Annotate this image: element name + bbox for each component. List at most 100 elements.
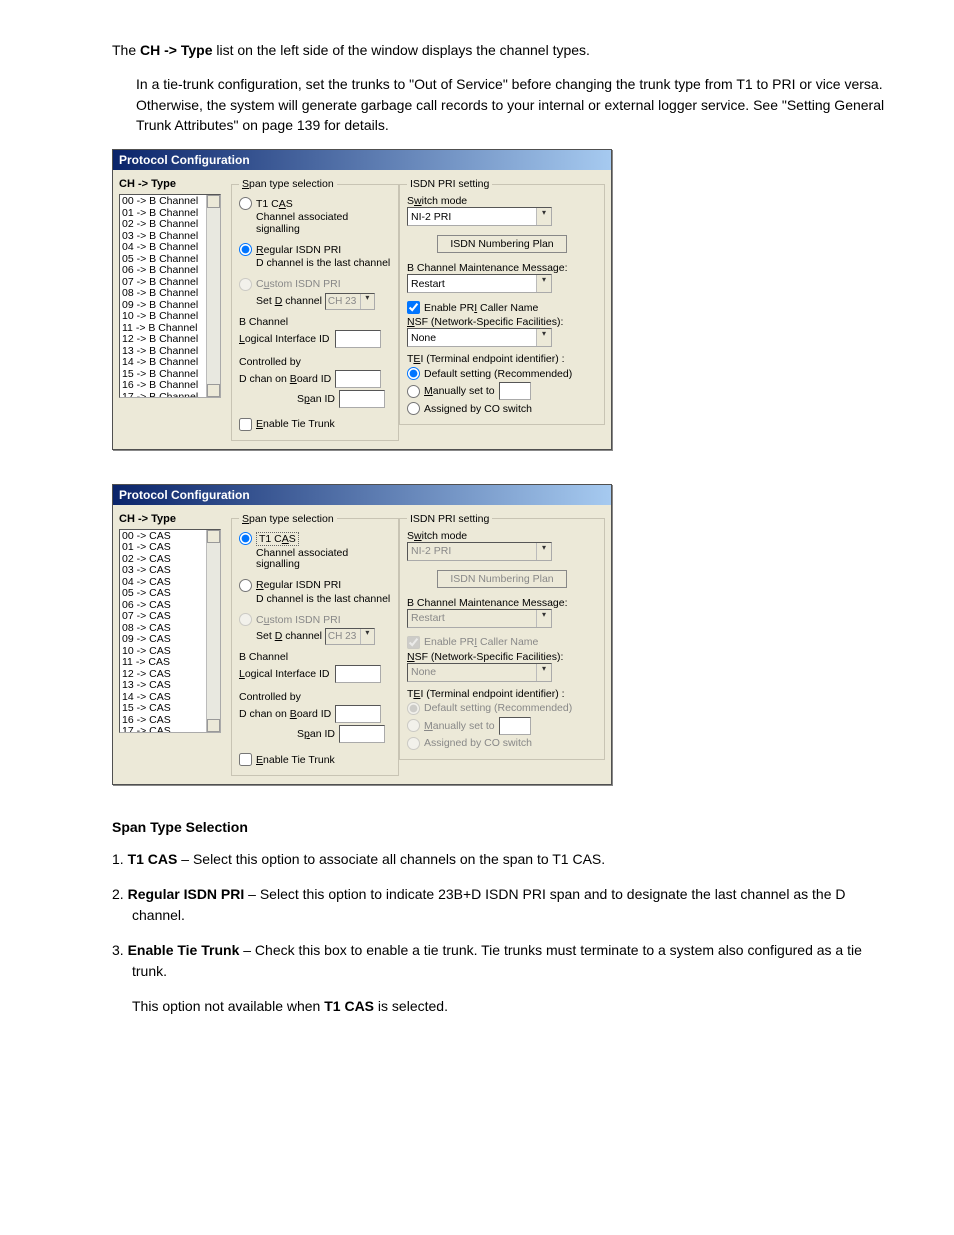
regular-pri-sub: D channel is the last channel bbox=[256, 258, 391, 270]
list-item[interactable]: 02 -> B Channel bbox=[122, 219, 218, 231]
bcmm-label: B Channel Maintenance Message: bbox=[407, 262, 597, 274]
isdn-pri-fieldset: ISDN PRI setting Switch mode NI-2 PRI▾ I… bbox=[399, 513, 605, 760]
span-type-fieldset: SSpan type selectionpan type selection T… bbox=[231, 178, 399, 441]
d-chan-board-label: D chan on Board ID bbox=[239, 373, 331, 385]
controlled-by-label: Controlled by bbox=[239, 356, 391, 368]
list-item[interactable]: 08 -> B Channel bbox=[122, 288, 218, 300]
window-titlebar: Protocol Configuration bbox=[113, 150, 611, 170]
d-chan-board-label: D chan on Board ID bbox=[239, 708, 331, 720]
d-chan-board-input[interactable] bbox=[335, 705, 381, 723]
set-d-combo: CH 23▾ bbox=[325, 293, 375, 310]
set-d-row: Set D channel CH 23▾ bbox=[256, 628, 391, 645]
tei-label: TEI (Terminal endpoint identifier) : bbox=[407, 688, 597, 700]
switch-mode-label: Switch mode bbox=[407, 195, 597, 207]
nsf-combo: None▾ bbox=[407, 663, 552, 682]
isdn-pri-legend: ISDN PRI setting bbox=[407, 178, 492, 190]
tei-manual-input[interactable] bbox=[499, 382, 531, 400]
tei-label: TEI (Terminal endpoint identifier) : bbox=[407, 353, 597, 365]
span-id-label: Span ID bbox=[297, 393, 335, 405]
tei-manual-label: Manually set to bbox=[424, 720, 495, 732]
protocol-config-panel-cas: Protocol Configuration CH -> Type 00 -> … bbox=[112, 484, 612, 786]
tei-co-label: Assigned by CO switch bbox=[424, 737, 532, 749]
span-id-input[interactable] bbox=[339, 390, 385, 408]
enable-caller-name-checkbox bbox=[407, 636, 420, 649]
logical-interface-input[interactable] bbox=[335, 330, 381, 348]
channel-listbox[interactable]: 00 -> B Channel01 -> B Channel02 -> B Ch… bbox=[119, 194, 221, 398]
intro-paragraph-1: The CH -> Type list on the left side of … bbox=[112, 40, 894, 60]
channel-listbox[interactable]: 00 -> CAS01 -> CAS02 -> CAS03 -> CAS04 -… bbox=[119, 529, 221, 733]
t: CH -> Type bbox=[140, 42, 212, 58]
custom-pri-label: Custom ISDN PRI bbox=[256, 614, 341, 626]
tei-manual-label: Manually set to bbox=[424, 385, 495, 397]
tei-default-label: Default setting (Recommended) bbox=[424, 702, 572, 714]
enable-tie-label: Enable Tie Trunk bbox=[256, 418, 335, 430]
custom-pri-label: Custom ISDN PRI bbox=[256, 278, 341, 290]
enable-tie-label: Enable Tie Trunk bbox=[256, 754, 335, 766]
nsf-label: NSF (Network-Specific Facilities): bbox=[407, 316, 597, 328]
span-type-legend: SSpan type selectionpan type selection bbox=[239, 178, 337, 190]
isdn-numbering-plan-button[interactable]: ISDN Numbering Plan bbox=[437, 235, 566, 253]
list-item[interactable]: 00 -> B Channel bbox=[122, 196, 218, 208]
tei-manual-input bbox=[499, 717, 531, 735]
protocol-config-panel-pri: Protocol Configuration CH -> Type 00 -> … bbox=[112, 149, 612, 450]
enable-caller-name-label: Enable PRI Caller Name bbox=[424, 302, 538, 314]
tei-co-radio bbox=[407, 737, 420, 750]
list-item[interactable]: 17 -> CAS bbox=[122, 726, 218, 733]
desc-t1cas: 1. T1 CAS – Select this option to associ… bbox=[132, 849, 894, 870]
switch-mode-combo[interactable]: NI-2 PRI▾ bbox=[407, 207, 552, 226]
ch-type-header: CH -> Type bbox=[119, 513, 231, 525]
nsf-combo[interactable]: None▾ bbox=[407, 328, 552, 347]
bcmm-label: B Channel Maintenance Message: bbox=[407, 597, 597, 609]
controlled-by-label: Controlled by bbox=[239, 691, 391, 703]
t1-cas-sub: Channel associated signalling bbox=[256, 548, 391, 571]
bcmm-combo[interactable]: Restart▾ bbox=[407, 274, 552, 293]
t1-cas-label: T1 CAS bbox=[256, 198, 293, 210]
custom-pri-radio bbox=[239, 278, 252, 291]
span-type-section-heading: Span Type Selection bbox=[112, 819, 894, 835]
t1-cas-radio[interactable] bbox=[239, 197, 252, 210]
enable-tie-checkbox[interactable] bbox=[239, 418, 252, 431]
b-channel-label: B Channel bbox=[239, 651, 391, 663]
d-chan-board-input[interactable] bbox=[335, 370, 381, 388]
bcmm-combo: Restart▾ bbox=[407, 609, 552, 628]
tei-manual-radio[interactable] bbox=[407, 385, 420, 398]
regular-pri-radio[interactable] bbox=[239, 243, 252, 256]
switch-mode-combo: NI-2 PRI▾ bbox=[407, 542, 552, 561]
list-item[interactable]: 14 -> B Channel bbox=[122, 357, 218, 369]
list-item[interactable]: 17 -> B Channel bbox=[122, 392, 218, 399]
enable-caller-name-checkbox[interactable] bbox=[407, 301, 420, 314]
isdn-pri-legend: ISDN PRI setting bbox=[407, 513, 492, 525]
nsf-label: NSF (Network-Specific Facilities): bbox=[407, 651, 597, 663]
set-d-combo: CH 23▾ bbox=[325, 628, 375, 645]
tei-co-radio[interactable] bbox=[407, 402, 420, 415]
isdn-numbering-plan-button: ISDN Numbering Plan bbox=[437, 570, 566, 588]
logical-interface-input[interactable] bbox=[335, 665, 381, 683]
regular-pri-sub: D channel is the last channel bbox=[256, 594, 391, 606]
tei-manual-radio bbox=[407, 719, 420, 732]
list-item[interactable]: 16 -> B Channel bbox=[122, 380, 218, 392]
ch-type-header: CH -> Type bbox=[119, 178, 231, 190]
t1-cas-radio[interactable] bbox=[239, 532, 252, 545]
tei-default-radio[interactable] bbox=[407, 367, 420, 380]
list-item[interactable]: 12 -> B Channel bbox=[122, 334, 218, 346]
desc-note: This option not available when T1 CAS is… bbox=[132, 996, 894, 1017]
window-titlebar: Protocol Configuration bbox=[113, 485, 611, 505]
tei-co-label: Assigned by CO switch bbox=[424, 403, 532, 415]
scrollbar[interactable] bbox=[206, 195, 220, 397]
list-item[interactable]: 10 -> B Channel bbox=[122, 311, 218, 323]
intro-paragraph-2: In a tie-trunk configuration, set the tr… bbox=[136, 74, 894, 135]
tei-default-label: Default setting (Recommended) bbox=[424, 368, 572, 380]
enable-tie-checkbox[interactable] bbox=[239, 753, 252, 766]
t: list on the left side of the window disp… bbox=[213, 42, 590, 58]
regular-pri-label: Regular ISDN PRI bbox=[256, 579, 341, 591]
list-item[interactable]: 06 -> B Channel bbox=[122, 265, 218, 277]
span-id-input[interactable] bbox=[339, 725, 385, 743]
logical-interface-label: Logical Interface ID bbox=[239, 333, 329, 345]
regular-pri-radio[interactable] bbox=[239, 579, 252, 592]
t: The bbox=[112, 42, 140, 58]
desc-regular-pri: 2. Regular ISDN PRI – Select this option… bbox=[132, 884, 894, 926]
list-item[interactable]: 04 -> B Channel bbox=[122, 242, 218, 254]
tei-default-radio bbox=[407, 702, 420, 715]
scrollbar[interactable] bbox=[206, 530, 220, 732]
t1-cas-sub: Channel associated signalling bbox=[256, 212, 391, 235]
